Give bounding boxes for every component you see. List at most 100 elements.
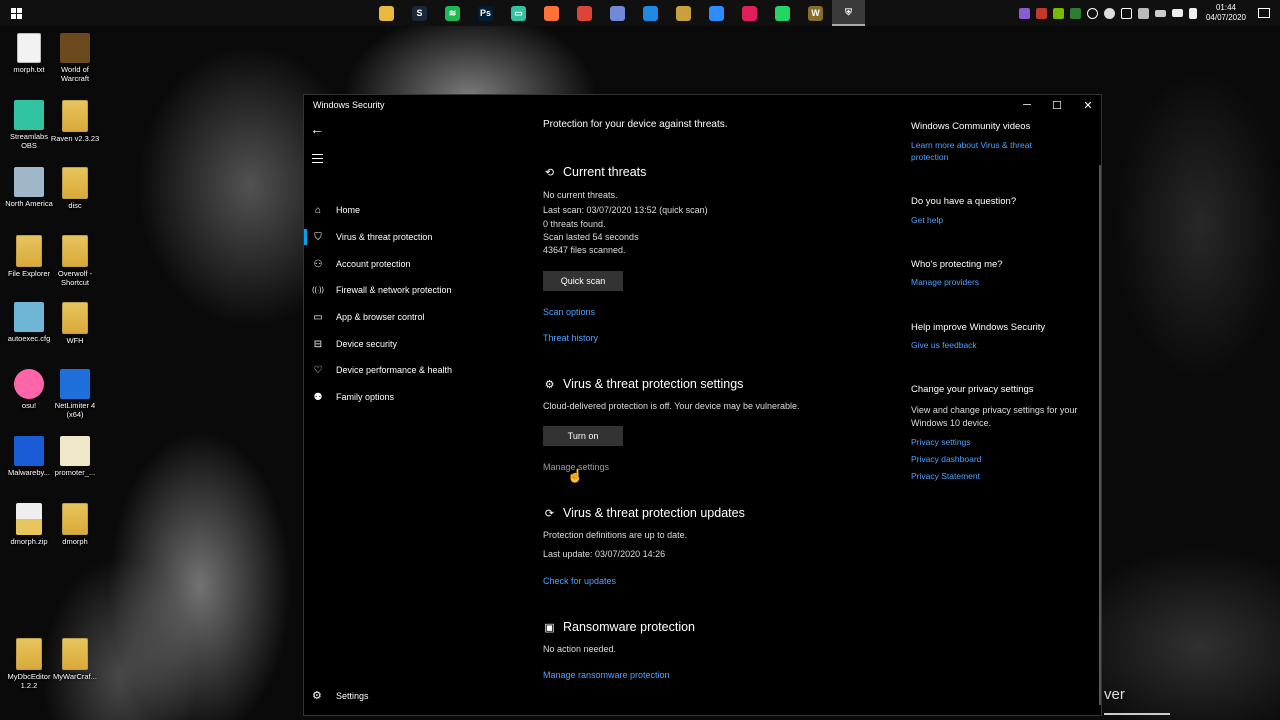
settings-gear-icon: ⚙ bbox=[544, 378, 555, 391]
taskbar-app[interactable]: W bbox=[799, 0, 832, 26]
taskbar: S ≋ Ps ▭ W ⛨ 01:44 04/07/2020 bbox=[0, 0, 1280, 26]
desktop-icon[interactable]: MyWarCraf... bbox=[50, 638, 100, 681]
desktop-icon[interactable]: disc bbox=[50, 167, 100, 210]
sidebar-item-app-browser-control[interactable]: ▭ App & browser control bbox=[304, 304, 524, 330]
scrollbar[interactable] bbox=[1099, 165, 1101, 705]
maximize-button[interactable]: ☐ bbox=[1042, 95, 1072, 115]
nvidia-icon[interactable] bbox=[1052, 7, 1064, 19]
sidebar-item-firewall-network-protection[interactable]: ((·)) Firewall & network protection bbox=[304, 277, 524, 303]
taskbar-app[interactable] bbox=[601, 0, 634, 26]
hamburger-menu-icon[interactable] bbox=[312, 154, 323, 166]
taskbar-app[interactable] bbox=[766, 0, 799, 26]
desktop-icon-label: NetLimiter 4 (x64) bbox=[54, 401, 96, 419]
start-button[interactable] bbox=[0, 0, 32, 26]
ransomware-status: No action needed. bbox=[543, 644, 617, 654]
folder-icon bbox=[16, 235, 42, 267]
threat-history-link[interactable]: Threat history bbox=[543, 333, 598, 343]
volume-icon[interactable] bbox=[1188, 7, 1197, 19]
desktop-icon[interactable]: Raven v2.3.23 bbox=[50, 100, 100, 143]
desktop-icon-label: Overwolf - Shortcut bbox=[57, 269, 93, 287]
taskbar-app[interactable] bbox=[700, 0, 733, 26]
sidebar-item-label: Virus & threat protection bbox=[336, 232, 433, 242]
taskbar-app[interactable] bbox=[634, 0, 667, 26]
desktop-icon[interactable]: autoexec.cfg bbox=[4, 302, 54, 343]
notification-center-icon[interactable] bbox=[1258, 8, 1270, 18]
taskbar-app[interactable] bbox=[667, 0, 700, 26]
sidebar-item-settings[interactable]: ⚙ Settings bbox=[312, 689, 369, 702]
taskbar-app[interactable]: S bbox=[403, 0, 436, 26]
videos-heading: Windows Community videos bbox=[911, 121, 1031, 132]
manage-providers-link[interactable]: Manage providers bbox=[911, 276, 1061, 288]
desktop-icon-label: Streamlabs OBS bbox=[10, 132, 48, 150]
desktop-icon-label: dmorph.zip bbox=[10, 537, 48, 546]
desktop-icon[interactable]: morph.txt bbox=[4, 33, 54, 74]
desktop-icon[interactable]: osu! bbox=[4, 369, 54, 410]
close-button[interactable]: ✕ bbox=[1073, 95, 1103, 115]
battery-icon[interactable] bbox=[1154, 9, 1166, 17]
netlimiter-tray-icon[interactable] bbox=[1120, 7, 1132, 19]
privacy-statement-link[interactable]: Privacy Statement bbox=[911, 470, 1061, 482]
sidebar-item-home[interactable]: ⌂ Home bbox=[304, 197, 524, 223]
heading-text: Virus & threat protection updates bbox=[563, 506, 745, 520]
quick-scan-button[interactable]: Quick scan bbox=[543, 271, 623, 291]
taskbar-app[interactable]: ≋ bbox=[436, 0, 469, 26]
scan-duration: Scan lasted 54 seconds bbox=[543, 232, 639, 242]
security-tray-icon[interactable] bbox=[1086, 7, 1098, 19]
manage-ransomware-link[interactable]: Manage ransomware protection bbox=[543, 670, 670, 680]
network-icon[interactable] bbox=[1171, 9, 1183, 17]
app-tray-icon[interactable] bbox=[1035, 7, 1047, 19]
desktop-icon[interactable]: WFH bbox=[50, 302, 100, 345]
taskbar-app[interactable]: Ps bbox=[469, 0, 502, 26]
pen-icon[interactable] bbox=[1018, 7, 1030, 19]
sidebar-item-virus-threat-protection[interactable]: ⛉ Virus & threat protection bbox=[304, 224, 524, 250]
desktop-icon[interactable]: North America bbox=[4, 167, 54, 208]
usb-icon[interactable] bbox=[1137, 7, 1149, 19]
cloud-icon[interactable] bbox=[1103, 7, 1115, 19]
privacy-settings-link[interactable]: Privacy settings bbox=[911, 436, 1061, 448]
wow-icon: W bbox=[808, 5, 823, 21]
slack-icon bbox=[742, 5, 757, 21]
check-updates-link[interactable]: Check for updates bbox=[543, 576, 616, 586]
gpu-icon[interactable] bbox=[1069, 7, 1081, 19]
sidebar-item-family-options[interactable]: ⚉ Family options bbox=[304, 384, 524, 410]
last-update: Last update: 03/07/2020 14:26 bbox=[543, 549, 666, 559]
family-icon: ⚉ bbox=[313, 391, 323, 403]
get-help-link[interactable]: Get help bbox=[911, 214, 1061, 226]
minimize-button[interactable]: ─ bbox=[1012, 95, 1042, 115]
desktop-icon[interactable]: MyDbcEditor 1.2.2 bbox=[4, 638, 54, 690]
privacy-dashboard-link[interactable]: Privacy dashboard bbox=[911, 453, 1061, 465]
back-arrow-icon[interactable]: ← bbox=[310, 121, 324, 137]
desktop-icon[interactable]: promoter_... bbox=[50, 436, 100, 477]
desktop-icon[interactable]: dmorph.zip bbox=[4, 503, 54, 546]
desktop-icon[interactable]: Malwareby... bbox=[4, 436, 54, 477]
desktop-icon[interactable]: World of Warcraft bbox=[50, 33, 100, 83]
protection-settings-heading: ⚙ Virus & threat protection settings bbox=[543, 377, 744, 391]
clock-time: 01:44 bbox=[1215, 3, 1236, 12]
taskbar-app[interactable] bbox=[733, 0, 766, 26]
image-icon bbox=[60, 436, 90, 466]
taskbar-app[interactable] bbox=[568, 0, 601, 26]
turn-on-button[interactable]: Turn on bbox=[543, 426, 623, 446]
feedback-link[interactable]: Give us feedback bbox=[911, 339, 1061, 351]
clock[interactable]: 01:44 04/07/2020 bbox=[1206, 3, 1246, 23]
discord-icon bbox=[610, 5, 625, 21]
window-icon: ▭ bbox=[313, 311, 323, 323]
desktop-icon[interactable]: NetLimiter 4 (x64) bbox=[50, 369, 100, 419]
sidebar: ← ⌂ Home ⛉ Virus & threat protection ⚇ Accoun… bbox=[304, 115, 524, 715]
sidebar-item-account-protection[interactable]: ⚇ Account protection bbox=[304, 251, 524, 277]
system-tray: 01:44 04/07/2020 bbox=[1016, 0, 1280, 26]
sidebar-item-device-security[interactable]: ⊟ Device security bbox=[304, 331, 524, 357]
sidebar-item-device-performance-health[interactable]: ♡ Device performance & health bbox=[304, 357, 524, 383]
taskbar-app[interactable] bbox=[535, 0, 568, 26]
taskbar-app[interactable] bbox=[370, 0, 403, 26]
title-bar[interactable]: Windows Security ─ ☐ ✕ bbox=[304, 95, 1101, 115]
zip-icon bbox=[16, 503, 42, 535]
desktop-icon[interactable]: Streamlabs OBS bbox=[4, 100, 54, 150]
learn-more-link[interactable]: Learn more about Virus & threat protecti… bbox=[911, 139, 1061, 163]
taskbar-app[interactable]: ⛨ bbox=[832, 0, 865, 26]
desktop-icon[interactable]: File Explorer bbox=[4, 235, 54, 278]
scan-options-link[interactable]: Scan options bbox=[543, 307, 595, 317]
taskbar-app[interactable]: ▭ bbox=[502, 0, 535, 26]
desktop-icon[interactable]: dmorph bbox=[50, 503, 100, 546]
desktop-icon[interactable]: Overwolf - Shortcut bbox=[50, 235, 100, 287]
